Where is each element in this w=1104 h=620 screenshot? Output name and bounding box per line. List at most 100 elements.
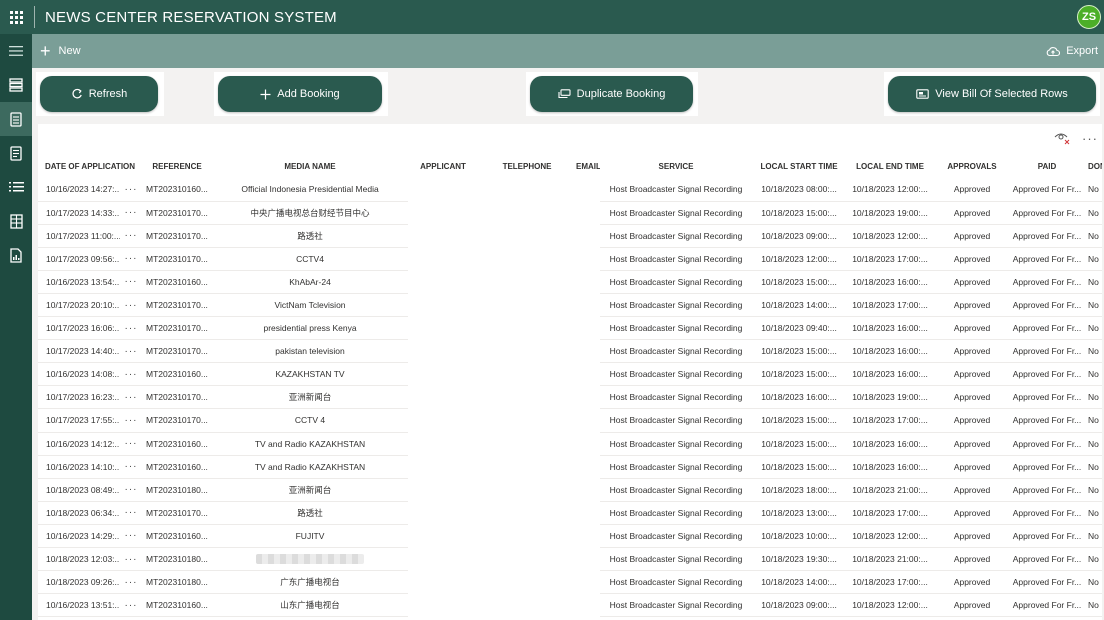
column-header-email[interactable]: EMAIL [576, 154, 600, 178]
duplicate-icon [558, 89, 571, 99]
row-actions-button[interactable]: ··· [120, 593, 143, 618]
table-row[interactable]: 10/17/2023 14:40:... ··· MT202310170... pak… [38, 339, 1103, 364]
end-time-cell: 10/18/2023 16:00:... [846, 339, 935, 364]
table-row[interactable]: 10/18/2023 12:03:... ··· MT202310180... Hos… [38, 547, 1103, 572]
row-actions-button[interactable]: ··· [120, 316, 143, 341]
row-actions-button[interactable]: ··· [120, 339, 143, 364]
table-row[interactable]: 10/17/2023 17:55:... ··· MT202310170... CCT… [38, 408, 1103, 433]
row-actions-button[interactable]: ··· [120, 201, 143, 225]
new-button[interactable]: + New [40, 42, 81, 60]
row-actions-button[interactable]: ··· [120, 247, 143, 271]
row-actions-button[interactable]: ··· [120, 385, 143, 410]
duplicate-booking-button[interactable]: Duplicate Booking [530, 76, 693, 112]
applicant-cell [408, 340, 478, 363]
applicant-cell [408, 247, 478, 270]
table-row[interactable]: 10/16/2023 14:27:... ··· MT202310160... Off… [38, 178, 1103, 202]
row-actions-button[interactable]: ··· [120, 270, 143, 294]
end-time-cell: 10/18/2023 16:00:... [846, 316, 935, 341]
table-row[interactable]: 10/16/2023 14:10:... ··· MT202310160... TV … [38, 455, 1103, 479]
table-row[interactable]: 10/17/2023 14:33:... ··· MT202310170... 中央广… [38, 201, 1103, 225]
applicant-cell [408, 548, 478, 571]
table-row[interactable]: 10/16/2023 14:08:... ··· MT202310160... KAZ… [38, 362, 1103, 387]
row-actions-button[interactable]: ··· [120, 570, 143, 595]
end-time-cell: 10/18/2023 17:00:... [846, 293, 935, 318]
row-actions-button[interactable]: ··· [120, 432, 143, 456]
email-cell [576, 178, 600, 201]
reference-cell: MT202310160... [142, 593, 213, 618]
sidebar-item-reports[interactable] [0, 136, 32, 170]
table-icon [9, 213, 23, 229]
sidebar-item-list-view[interactable] [0, 170, 32, 204]
table-row[interactable]: 10/17/2023 09:56:... ··· MT202310170... CCT… [38, 247, 1103, 271]
column-header-local-start-time[interactable]: LOCAL START TIME [752, 154, 846, 178]
email-cell [576, 201, 600, 224]
view-bill-button[interactable]: View Bill Of Selected Rows [888, 76, 1096, 112]
column-header-paid[interactable]: PAID [1010, 154, 1084, 178]
sidebar-item-billing[interactable] [0, 238, 32, 272]
app-launcher-button[interactable] [0, 0, 32, 34]
start-time-cell: 10/18/2023 14:00:... [752, 570, 847, 595]
refresh-button[interactable]: Refresh [40, 76, 158, 112]
table-row[interactable]: 10/17/2023 20:10:... ··· MT202310170... Vic… [38, 293, 1103, 318]
reference-cell: MT202310160... [142, 178, 213, 202]
export-button[interactable]: Export [1046, 34, 1098, 68]
telephone-cell [478, 247, 576, 270]
column-header-reference[interactable]: REFERENCE [142, 154, 212, 178]
table-row[interactable]: 10/16/2023 14:12:... ··· MT202310160... TV … [38, 432, 1103, 456]
table-row[interactable]: 10/17/2023 16:06:... ··· MT202310170... pre… [38, 316, 1103, 341]
table-row[interactable]: 10/17/2023 16:23:... ··· MT202310170... 亚洲新… [38, 385, 1103, 410]
start-time-cell: 10/18/2023 15:00:... [752, 432, 847, 456]
media-name-cell: 广东广播电视台 [212, 570, 409, 595]
row-actions-button[interactable]: ··· [120, 478, 143, 502]
column-header-approvals[interactable]: APPROVALS [934, 154, 1010, 178]
row-actions-button[interactable]: ··· [120, 178, 143, 202]
refresh-icon [72, 88, 82, 99]
end-time-cell: 10/18/2023 16:00:... [846, 455, 935, 479]
column-header-service[interactable]: SERVICE [600, 154, 752, 178]
hide-columns-icon[interactable] [1054, 131, 1070, 145]
date-cell: 10/17/2023 16:06:... [38, 316, 120, 341]
sidebar-item-services[interactable] [0, 204, 32, 238]
approval-cell: Approved [934, 385, 1011, 410]
reference-cell: MT202310170... [142, 385, 213, 410]
row-actions-button[interactable]: ··· [120, 293, 143, 318]
table-row[interactable]: 10/16/2023 13:54:... ··· MT202310160... KhA… [38, 270, 1103, 294]
table-row[interactable]: 10/18/2023 09:26:... ··· MT202310180... 广东广… [38, 570, 1103, 595]
table-row[interactable]: 10/18/2023 08:49:... ··· MT202310180... 亚洲新… [38, 478, 1103, 502]
row-actions-button[interactable]: ··· [120, 501, 143, 525]
row-actions-button[interactable]: ··· [120, 455, 143, 479]
reference-cell: MT202310170... [142, 339, 213, 364]
add-booking-button-label: Add Booking [277, 88, 340, 100]
add-booking-button-container: Add Booking [214, 72, 388, 116]
telephone-cell [478, 594, 576, 617]
row-actions-button[interactable]: ··· [120, 362, 143, 387]
media-name-cell: KAZAKHSTAN TV [212, 362, 409, 387]
paid-cell: Approved For Fr... [1010, 593, 1085, 618]
sidebar-item-bookings[interactable] [0, 68, 32, 102]
add-booking-button[interactable]: Add Booking [218, 76, 382, 112]
sidebar-item-menu-toggle[interactable] [0, 34, 32, 68]
column-header-applicant[interactable]: APPLICANT [408, 154, 478, 178]
column-header-media-name[interactable]: MEDIA NAME [212, 154, 408, 178]
user-avatar[interactable]: ZS [1077, 5, 1101, 29]
start-time-cell: 10/18/2023 15:00:... [752, 455, 847, 479]
column-header-date-of-application[interactable]: DATE OF APPLICATION [38, 154, 142, 178]
more-options-button[interactable]: ··· [1082, 131, 1098, 146]
row-actions-button[interactable]: ··· [120, 224, 143, 248]
table-row[interactable]: 10/17/2023 11:00:... ··· MT202310170... 路透社… [38, 224, 1103, 248]
row-actions-button[interactable]: ··· [120, 524, 143, 549]
column-header-local-end-time[interactable]: LOCAL END TIME [846, 154, 934, 178]
sidebar-item-reservations[interactable] [0, 102, 32, 136]
column-header-telephone[interactable]: TELEPHONE [478, 154, 576, 178]
paid-cell: Approved For Fr... [1010, 385, 1085, 410]
row-actions-button[interactable]: ··· [120, 547, 143, 572]
service-cell: Host Broadcaster Signal Recording [600, 339, 753, 364]
row-actions-button[interactable]: ··· [120, 408, 143, 433]
table-row[interactable]: 10/16/2023 13:51:... ··· MT202310160... 山东广… [38, 593, 1103, 618]
service-cell: Host Broadcaster Signal Recording [600, 408, 753, 433]
table-row[interactable]: 10/18/2023 06:34:... ··· MT202310170... 路透社… [38, 501, 1103, 525]
column-header-doni[interactable]: DONI [1084, 154, 1102, 178]
table-row[interactable]: 10/16/2023 14:29:... ··· MT202310160... FUJ… [38, 524, 1103, 549]
done-cell: No [1084, 247, 1103, 271]
applicant-cell [408, 363, 478, 386]
